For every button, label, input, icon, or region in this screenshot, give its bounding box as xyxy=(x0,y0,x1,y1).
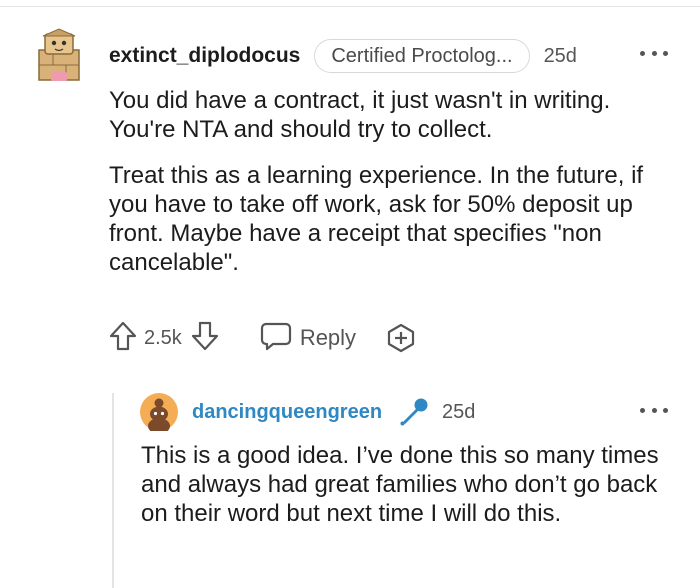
reply-label: Reply xyxy=(299,325,357,350)
timestamp: 25d xyxy=(442,400,476,423)
reply-button[interactable]: Reply xyxy=(260,321,356,356)
downvote-icon[interactable] xyxy=(190,320,220,357)
reply-body: This is a good idea. I’ve done this so m… xyxy=(141,442,659,527)
comment-paragraph: Treat this as a learning experience. In … xyxy=(109,162,644,276)
comment-body: You did have a contract, it just wasn't … xyxy=(109,86,669,294)
vote-score: 2.5k xyxy=(144,326,182,349)
more-options-icon[interactable] xyxy=(640,44,668,62)
user-flair: Certified Proctolog... xyxy=(314,39,530,73)
thread-line[interactable] xyxy=(112,393,114,588)
reply-header: dancingqueengreen 25d xyxy=(192,395,475,429)
more-options-icon[interactable] xyxy=(640,402,668,418)
divider xyxy=(0,6,700,7)
award-icon[interactable] xyxy=(386,323,416,353)
reply-icon xyxy=(260,321,292,356)
comment-action-bar: 2.5k Reply xyxy=(108,320,416,356)
username-link[interactable]: extinct_diplodocus xyxy=(109,44,300,68)
username-link[interactable]: dancingqueengreen xyxy=(192,401,382,424)
user-avatar-icon[interactable] xyxy=(33,28,85,84)
comment-paragraph: You did have a contract, it just wasn't … xyxy=(109,87,611,143)
upvote-icon[interactable] xyxy=(108,320,138,357)
user-avatar-icon[interactable] xyxy=(140,393,178,434)
microphone-icon xyxy=(398,397,430,427)
comment-header: extinct_diplodocus Certified Proctolog..… xyxy=(109,38,577,74)
timestamp: 25d xyxy=(543,44,577,67)
